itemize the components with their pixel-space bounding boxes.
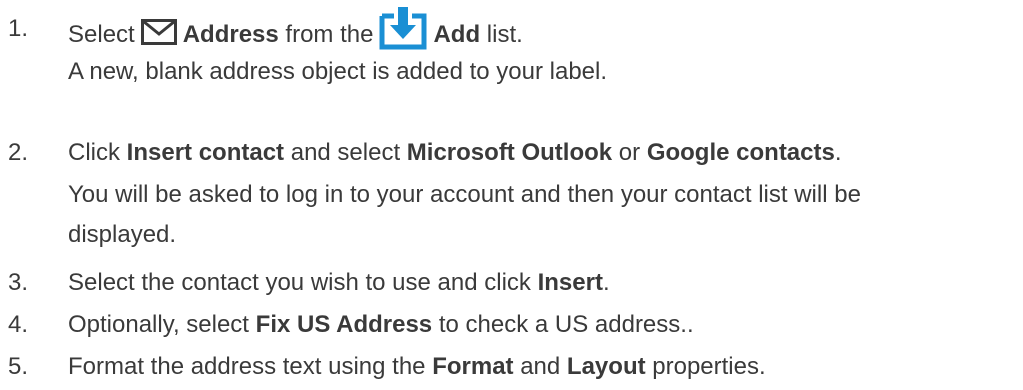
step-text-segment: from the: [285, 21, 374, 48]
step-text-segment: and select: [290, 139, 401, 166]
ui-term-google-contacts: Google contacts: [646, 139, 835, 166]
ui-term-layout: Layout: [566, 353, 646, 380]
step-text-segment: and: [520, 353, 561, 380]
step-3: 3. Select the contact you wish to use an…: [0, 263, 610, 303]
step-text-segment: list.: [486, 21, 523, 48]
ui-term-microsoft-outlook: Microsoft Outlook: [406, 139, 613, 166]
step-text: Select the contact you wish to use and c…: [68, 263, 610, 303]
step-text-segment: properties.: [652, 353, 766, 380]
ui-term-format: Format: [432, 353, 514, 380]
step-1: 1. Select Address from the Add list. A new…: [0, 6, 607, 92]
step-5: 5. Format the address text using the For…: [0, 347, 766, 387]
step-text-segment: Select the contact you wish to use and c…: [68, 269, 531, 296]
step-text-segment: to check a US address..: [438, 311, 694, 338]
ui-term-fix-us-address: Fix US Address: [255, 311, 433, 338]
ui-term-add: Add: [433, 21, 481, 48]
step-number: 4.: [8, 311, 29, 338]
step-text-segment: Select: [68, 21, 135, 48]
step-number: 5.: [8, 353, 29, 380]
step-text: Format the address text using the Format…: [68, 347, 766, 387]
step-text-segment: Format the address text using the: [68, 353, 426, 380]
step-text-segment: .: [834, 139, 842, 166]
step-text-segment: Optionally, select: [68, 311, 249, 338]
ui-term-address: Address: [182, 21, 279, 48]
step-text: Click Insert contact and select Microsof…: [68, 133, 861, 173]
step-number: 2.: [8, 139, 29, 166]
ui-term-insert: Insert: [537, 269, 603, 296]
step-result: A new, blank address object is added to …: [68, 58, 608, 85]
step-text-segment: .: [602, 269, 610, 296]
ui-term-insert-contact: Insert contact: [126, 139, 285, 166]
step-result: displayed.: [68, 221, 177, 248]
step-4: 4. Optionally, select Fix US Address to …: [0, 305, 694, 345]
step-text-segment: or: [618, 139, 641, 166]
step-text: Select Address from the Add list.: [68, 6, 607, 52]
step-2: 2. Click Insert contact and select Micro…: [0, 133, 861, 255]
step-result: You will be asked to log in to your acco…: [68, 181, 861, 208]
step-text: Optionally, select Fix US Address to che…: [68, 305, 694, 345]
step-text-segment: Click: [68, 139, 120, 166]
step-number: 3.: [8, 269, 29, 296]
step-number: 1.: [8, 15, 29, 42]
